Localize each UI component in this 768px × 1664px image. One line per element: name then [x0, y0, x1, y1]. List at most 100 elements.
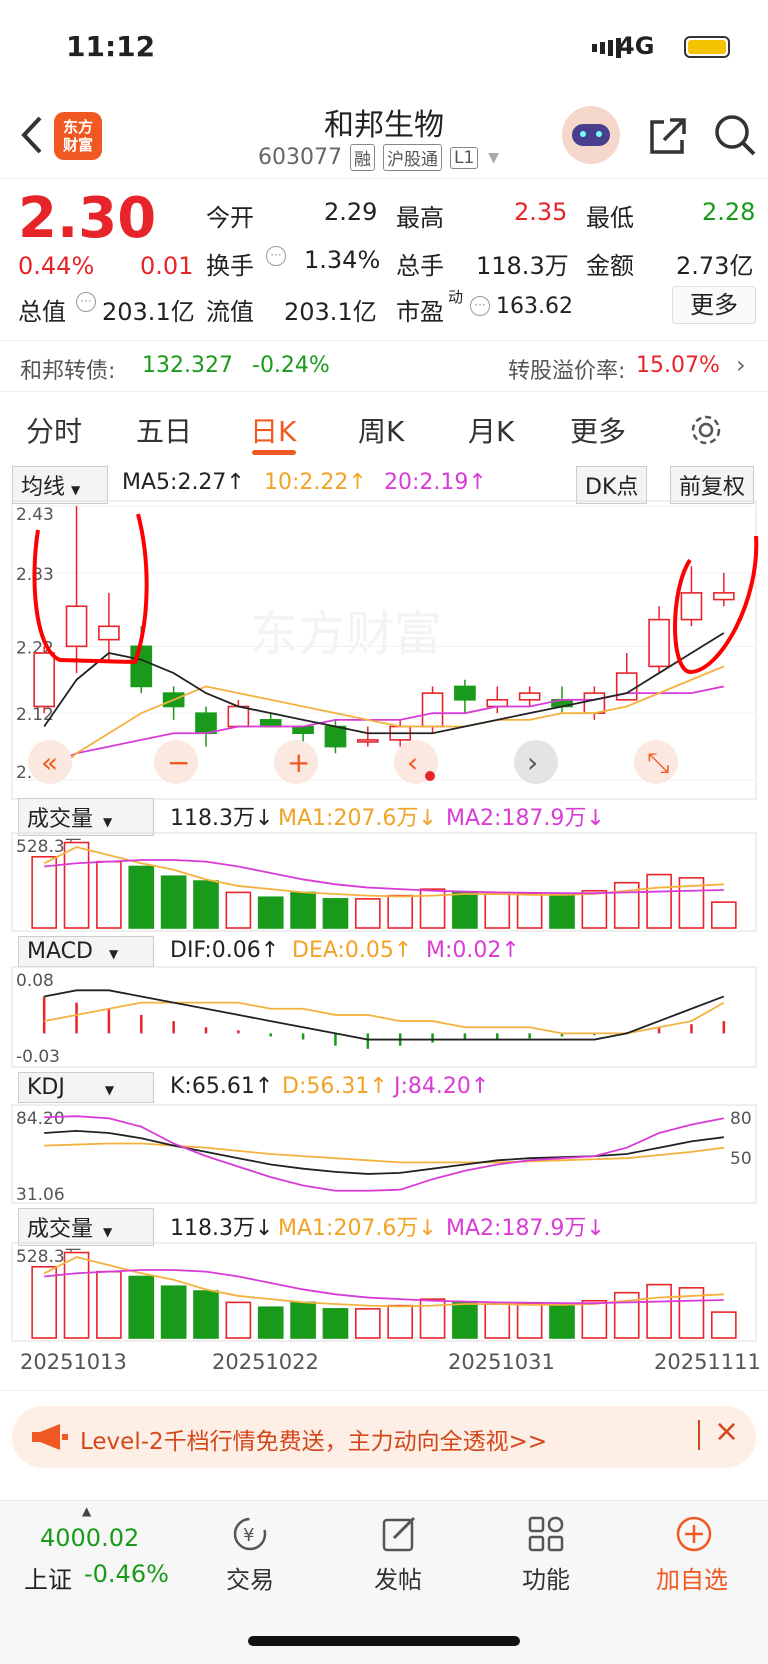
kdj-chart[interactable]: 84.20 31.06 80 50 — [0, 1104, 768, 1204]
change-percent: 0.44% — [18, 252, 95, 280]
macd-chart[interactable]: 0.08 -0.03 — [0, 966, 768, 1068]
candle-body — [227, 705, 250, 728]
macd-select[interactable]: MACD ▼ — [18, 936, 154, 967]
assistant-avatar[interactable] — [562, 106, 620, 164]
low-label: 最低 — [586, 204, 634, 232]
tab-more[interactable]: 更多 — [570, 410, 626, 450]
stock-code: 603077 — [258, 145, 342, 170]
premium-label: 转股溢价率: — [508, 359, 626, 384]
volume2-ma1: MA1:207.6万↓ — [278, 1216, 437, 1241]
tab-monthly-k[interactable]: 月K — [468, 410, 514, 450]
promo-banner[interactable]: Level-2千档行情免费送，主力动向全透视>> × — [12, 1406, 756, 1468]
fullscreen-icon[interactable]: ⤡ — [647, 746, 669, 779]
open-label: 今开 — [206, 204, 254, 232]
index-change[interactable]: -0.46% — [84, 1560, 169, 1588]
info-icon[interactable]: ··· — [76, 292, 96, 312]
info-icon[interactable]: ··· — [266, 246, 286, 266]
zoom-out-icon[interactable]: − — [167, 746, 190, 779]
turnover-label: 换手 — [206, 252, 254, 280]
caret-down-icon[interactable]: ▼ — [488, 150, 499, 166]
ma-select[interactable]: 均线 ▼ — [12, 466, 108, 504]
nav-functions[interactable]: 功能 — [522, 1560, 570, 1595]
prev-icon[interactable]: ‹ — [407, 746, 418, 779]
post-icon — [382, 1516, 416, 1552]
tab-five-day[interactable]: 五日 — [136, 410, 192, 450]
tab-weekly-k[interactable]: 周K — [358, 410, 404, 450]
volume-bar — [290, 1301, 316, 1339]
volume-bar — [160, 1285, 187, 1339]
volume-bar — [387, 1304, 414, 1339]
adjust-select[interactable]: 前复权 — [670, 466, 755, 504]
volume2-value: 118.3万↓ — [170, 1216, 274, 1241]
chevron-right-icon: › — [736, 351, 746, 379]
candle-body — [33, 652, 56, 708]
index-value[interactable]: 4000.02 — [40, 1524, 139, 1552]
volume-bar — [452, 891, 478, 929]
high-label: 最高 — [396, 204, 444, 232]
svg-text:¥: ¥ — [243, 1525, 254, 1546]
status-time: 11:12 — [66, 30, 156, 63]
tag-margin: 融 — [349, 144, 375, 171]
megaphone-icon — [32, 1424, 68, 1450]
search-button[interactable] — [712, 112, 758, 162]
open-value: 2.29 — [324, 198, 378, 226]
candle-body — [259, 719, 282, 728]
volume-bar — [322, 898, 349, 929]
tag-level: L1 — [449, 146, 479, 169]
nav-trade[interactable]: 交易 — [226, 1560, 274, 1595]
caret-up-icon[interactable]: ▲ — [82, 1504, 91, 1518]
kdj-d-line — [44, 1142, 724, 1164]
turnover-value: 1.34% — [304, 246, 381, 274]
volume-bar — [225, 1301, 252, 1339]
convertible-bond-bar[interactable]: 和邦转债: 132.327 -0.24% 转股溢价率: 15.07% › — [0, 340, 768, 392]
change-amount: 0.01 — [140, 252, 194, 280]
volume-bar — [96, 860, 122, 929]
candlestick-chart[interactable]: 2.432.332.222.122.02东方财富«−+‹›⤡ — [0, 500, 768, 800]
close-icon[interactable]: × — [714, 1414, 739, 1449]
nav-add-watchlist[interactable]: 加自选 — [656, 1560, 728, 1595]
chart-frame — [11, 1104, 757, 1204]
candle-body — [292, 725, 314, 735]
conv-change: -0.24% — [252, 353, 330, 378]
volume-bar — [549, 1304, 575, 1339]
macd-dif: DIF:0.06↑ — [170, 938, 280, 963]
volume-select[interactable]: 成交量 ▼ — [18, 798, 154, 836]
pe-superscript: 动 — [448, 288, 464, 306]
volume-bar — [31, 1265, 58, 1339]
rewind-icon[interactable]: « — [41, 746, 58, 779]
ma5-value: MA5:2.27↑ — [122, 470, 245, 495]
tab-daily-k[interactable]: 日K — [250, 410, 296, 450]
candle-body — [65, 605, 88, 648]
macd-dea: DEA:0.05↑ — [292, 938, 413, 963]
dk-point-button[interactable]: DK点 — [576, 466, 648, 504]
settings-button[interactable] — [688, 412, 724, 452]
info-icon[interactable]: ··· — [470, 296, 490, 316]
nav-post[interactable]: 发帖 — [374, 1560, 422, 1595]
stock-code-row: 603077 融 沪股通 L1 ▼ — [258, 144, 499, 171]
volume2-ma2: MA2:187.9万↓ — [446, 1216, 605, 1241]
date-label-1: 20251013 — [20, 1350, 127, 1374]
volume-chart[interactable]: 528.3万 — [0, 832, 768, 932]
tab-intraday[interactable]: 分时 — [26, 410, 82, 450]
share-icon — [650, 118, 686, 154]
kdj-50-label: 50 — [730, 1149, 752, 1169]
kdj-select[interactable]: KDJ ▼ — [18, 1072, 154, 1103]
volume-label: 总手 — [396, 252, 444, 280]
candle-body — [195, 712, 217, 735]
ma-select-label: 均线 — [21, 475, 66, 500]
share-button[interactable] — [646, 114, 690, 162]
volume-bar — [160, 875, 187, 929]
kdj-j: J:84.20↑ — [394, 1074, 490, 1099]
y-tick-label: 2.43 — [16, 505, 54, 525]
volume-bar — [290, 891, 316, 929]
pe-label: 市盈 — [396, 298, 444, 326]
volume-select-label: 成交量 — [27, 807, 94, 832]
zoom-in-icon[interactable]: + — [287, 746, 310, 779]
more-button[interactable]: 更多 — [672, 286, 756, 324]
index-name[interactable]: 上证 — [24, 1560, 72, 1595]
next-icon[interactable]: › — [527, 746, 538, 779]
volume2-select[interactable]: 成交量 ▼ — [18, 1208, 154, 1246]
volume-bar — [484, 893, 511, 929]
volume2-chart[interactable]: 528.3万 — [0, 1242, 768, 1342]
volume-bar — [128, 1275, 155, 1339]
